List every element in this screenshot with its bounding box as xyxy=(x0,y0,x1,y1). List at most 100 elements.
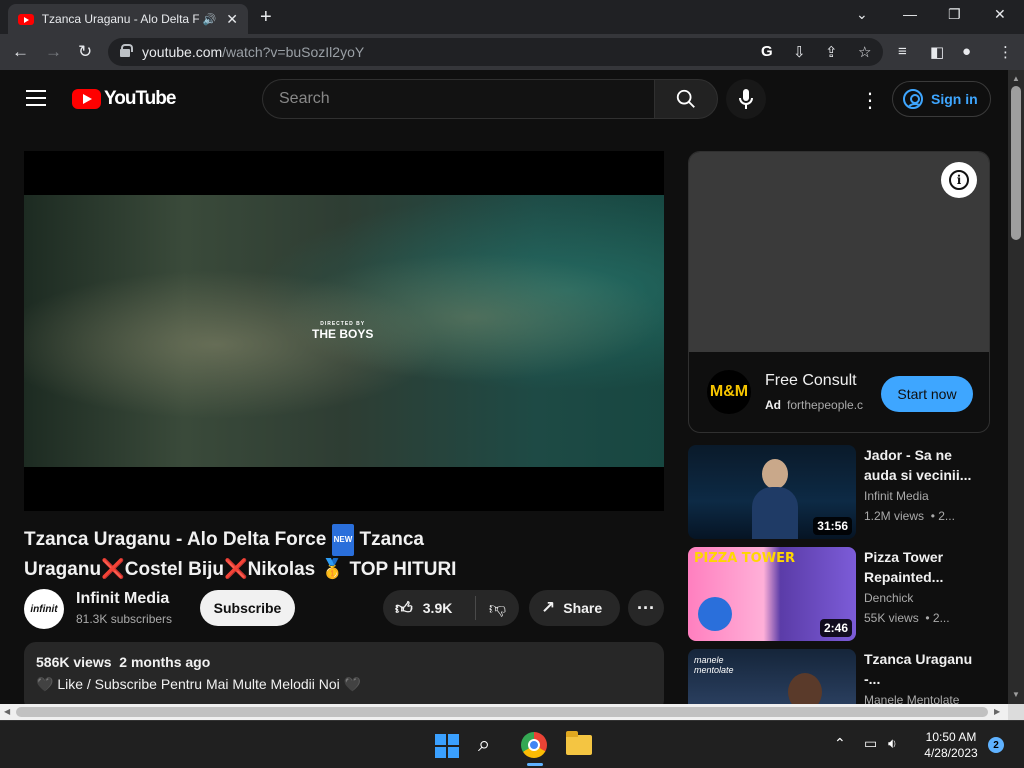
channel-avatar[interactable]: infinit xyxy=(24,589,64,629)
subscribe-button[interactable]: Subscribe xyxy=(200,590,295,626)
tab-close-icon[interactable]: ✕ xyxy=(226,11,238,28)
chrome-menu-icon[interactable]: ⋮ xyxy=(998,43,1013,61)
scroll-down-icon[interactable]: ▼ xyxy=(1012,690,1020,699)
channel-name[interactable]: Infinit Media xyxy=(76,590,169,608)
profile-icon[interactable]: ● xyxy=(962,43,971,60)
recommended-video[interactable]: 2:46 Pizza Tower Repainted... Denchick 5… xyxy=(688,547,1008,641)
channel-row: infinit Infinit Media 81.3K subscribers … xyxy=(24,588,664,629)
reading-list-icon[interactable]: ≡ xyxy=(898,43,907,60)
menu-icon[interactable] xyxy=(26,90,46,106)
search-box xyxy=(262,79,654,119)
install-icon[interactable]: ⇩ xyxy=(793,43,806,61)
ad-info-button[interactable]: i xyxy=(941,162,977,198)
video-duration: 2:46 xyxy=(819,619,852,637)
video-thumbnail[interactable]: 31:56 xyxy=(688,445,856,539)
notification-badge[interactable]: 2 xyxy=(988,737,1004,753)
scroll-right-icon[interactable]: ▶ xyxy=(994,707,1000,716)
forward-icon[interactable]: → xyxy=(45,42,62,62)
sign-in-button[interactable]: Sign in xyxy=(892,81,991,117)
clock-time: 10:50 AM xyxy=(925,730,977,744)
like-count: 3.9K xyxy=(422,600,453,616)
video-credit: DIRECTED BY THE BOYS xyxy=(312,321,374,341)
minimize-icon[interactable]: — xyxy=(903,6,917,22)
horizontal-scroll-thumb[interactable] xyxy=(16,707,988,717)
browser-toolbar: ← → ↻ youtube.com/watch?v=buSozIl2yoY G … xyxy=(0,34,1024,70)
like-button[interactable]: 👍︎ 3.9K xyxy=(383,590,475,626)
reload-icon[interactable]: ↻ xyxy=(78,42,92,62)
video-thumbnail[interactable]: 2:46 xyxy=(688,547,856,641)
speaker-icon[interactable]: 🔊 xyxy=(203,13,217,26)
tray-chevron-icon[interactable]: ⌃ xyxy=(834,735,846,752)
ad-title[interactable]: Free Consult xyxy=(765,372,857,390)
bookmark-star-icon[interactable]: ☆ xyxy=(858,43,871,61)
medal-icon: 🥇 xyxy=(320,559,345,580)
back-icon[interactable]: ← xyxy=(12,42,29,62)
recommended-channel[interactable]: Denchick xyxy=(864,591,913,605)
new-tab-icon[interactable]: + xyxy=(260,6,272,29)
close-window-icon[interactable]: ✕ xyxy=(994,6,1006,23)
browser-tab-strip: Tzanca Uraganu - Alo Delta F 🔊 ✕ + ⌄ — ❐… xyxy=(0,0,1024,34)
view-count-and-date: 586K views 2 months ago xyxy=(36,654,211,670)
volume-icon[interactable]: 🔉︎ xyxy=(888,735,897,752)
recommended-title[interactable]: Tzanca Uraganu -... xyxy=(864,649,974,689)
recommended-title[interactable]: Jador - Sa ne auda si vecinii... xyxy=(864,445,974,485)
tab-title: Tzanca Uraganu - Alo Delta F xyxy=(41,12,199,26)
description-box[interactable]: 586K views 2 months ago 🖤 Like / Subscri… xyxy=(24,642,664,704)
more-actions-icon[interactable]: ··· xyxy=(628,590,664,626)
settings-kebab-icon[interactable]: ⋮ xyxy=(860,88,880,113)
recommended-channel[interactable]: Infinit Media xyxy=(864,489,929,503)
tab-search-chevron-icon[interactable]: ⌄ xyxy=(856,6,868,23)
like-dislike-bar: 👍︎ 3.9K 👎︎ xyxy=(383,590,519,626)
video-frame: DIRECTED BY THE BOYS xyxy=(24,195,664,467)
info-icon: i xyxy=(949,170,969,190)
ad-start-button[interactable]: Start now xyxy=(881,376,973,412)
search-input[interactable] xyxy=(263,80,654,118)
new-badge-icon: NEW xyxy=(331,524,355,556)
subscriber-count: 81.3K subscribers xyxy=(76,612,173,626)
user-circle-icon xyxy=(903,89,923,109)
description-text: 🖤 Like / Subscribe Pentru Mai Multe Melo… xyxy=(36,676,362,692)
network-icon[interactable]: ▭ xyxy=(864,735,877,752)
lock-icon[interactable] xyxy=(120,44,133,57)
file-explorer-icon[interactable] xyxy=(566,731,592,755)
recommended-channel[interactable]: Manele Mentolate xyxy=(864,693,959,704)
chrome-taskbar-icon[interactable] xyxy=(521,732,547,758)
video-thumbnail[interactable] xyxy=(688,649,856,704)
search-button[interactable] xyxy=(654,79,718,119)
google-lens-icon[interactable]: G xyxy=(761,43,773,60)
youtube-play-icon xyxy=(72,89,101,109)
restore-icon[interactable]: ❐ xyxy=(948,6,961,23)
address-bar[interactable]: youtube.com/watch?v=buSozIl2yoY G ⇩ ⇪ ☆ xyxy=(108,38,883,66)
recommended-video[interactable]: 31:56 Jador - Sa ne auda si vecinii... I… xyxy=(688,445,1008,539)
thumbs-down-icon: 👎︎ xyxy=(488,598,507,618)
vertical-scrollbar[interactable]: ▲ ▼ xyxy=(1008,70,1024,704)
youtube-header: YouTube ⋮ Sign in xyxy=(0,70,1008,126)
taskbar-search-icon[interactable]: ⌕ xyxy=(478,731,490,757)
url-text[interactable]: youtube.com/watch?v=buSozIl2yoY xyxy=(142,44,364,60)
search-icon xyxy=(676,89,695,108)
vertical-scroll-thumb[interactable] xyxy=(1011,86,1021,240)
windows-start-icon[interactable] xyxy=(435,734,459,758)
ad-card[interactable]: i M&M Free Consult Ad forthepeople.c Star… xyxy=(688,151,990,433)
browser-tab[interactable]: Tzanca Uraganu - Alo Delta F 🔊 ✕ xyxy=(8,4,248,34)
recommended-meta: 1.2M views • 2... xyxy=(864,509,955,523)
active-app-indicator xyxy=(527,763,543,766)
scroll-left-icon[interactable]: ◀ xyxy=(4,707,10,716)
scroll-up-icon[interactable]: ▲ xyxy=(1012,74,1020,83)
side-panel-icon[interactable]: ◧ xyxy=(930,43,944,61)
share-label: Share xyxy=(563,600,603,616)
share-button[interactable]: ↗ Share xyxy=(529,590,620,626)
ad-domain-line: Ad forthepeople.c xyxy=(765,398,864,412)
taskbar-clock[interactable]: 10:50 AM 4/28/2023 xyxy=(918,729,984,761)
recommended-video[interactable]: Tzanca Uraganu -... Manele Mentolate xyxy=(688,649,1008,704)
youtube-wordmark: YouTube xyxy=(104,88,176,109)
horizontal-scrollbar[interactable]: ◀ ▶ xyxy=(0,704,1008,720)
share-page-icon[interactable]: ⇪ xyxy=(825,43,838,61)
advertiser-logo[interactable]: M&M xyxy=(707,370,751,414)
video-player[interactable]: DIRECTED BY THE BOYS xyxy=(24,151,664,511)
youtube-logo[interactable]: YouTube xyxy=(72,88,176,110)
recommended-title[interactable]: Pizza Tower Repainted... xyxy=(864,547,974,587)
voice-search-button[interactable] xyxy=(726,79,766,119)
dislike-button[interactable]: 👎︎ xyxy=(476,590,519,626)
recommended-meta: 55K views • 2... xyxy=(864,611,950,625)
